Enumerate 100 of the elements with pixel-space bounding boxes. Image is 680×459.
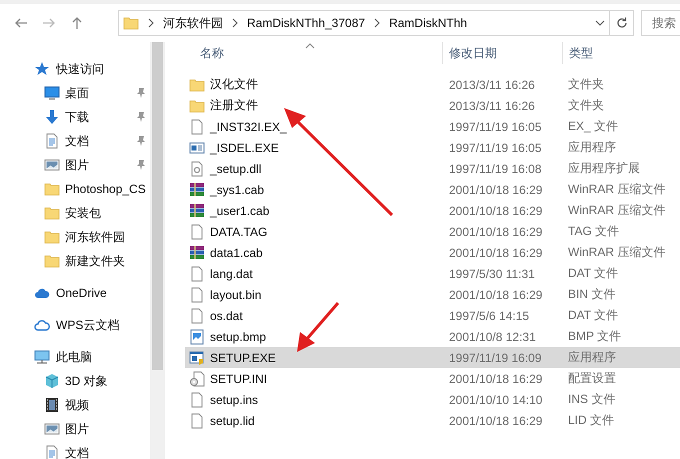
file-name[interactable]: setup.bmp <box>210 330 266 344</box>
breadcrumb-item[interactable]: 河东软件园 <box>163 14 223 32</box>
file-name[interactable]: _INST32I.EX_ <box>210 120 287 134</box>
file-name[interactable]: layout.bin <box>210 288 262 302</box>
file-name[interactable]: setup.lid <box>210 414 255 428</box>
sidebar-item[interactable]: 快速访问 <box>0 57 150 81</box>
sidebar-item[interactable]: 图片 <box>0 417 150 441</box>
file-row[interactable]: 注册文件 2013/3/11 16:26 文件夹 <box>185 95 680 116</box>
file-name[interactable]: _setup.dll <box>210 162 262 176</box>
setup-window-icon <box>189 350 205 366</box>
column-header[interactable]: 修改日期 <box>443 42 563 64</box>
column-header[interactable]: 类型 <box>563 42 680 64</box>
file-name[interactable]: DATA.TAG <box>210 224 268 238</box>
file-row[interactable]: setup.ins 2001/10/10 14:10 INS 文件 <box>185 389 680 410</box>
file-row[interactable]: lang.dat 1997/5/30 11:31 DAT 文件 <box>185 263 680 284</box>
type-cell: BIN 文件 <box>568 286 616 303</box>
date-cell: 1997/11/19 16:05 <box>449 120 542 134</box>
type-cell: 配置设置 <box>568 370 616 387</box>
date-cell: 2001/10/18 16:29 <box>449 204 542 218</box>
up-icon <box>70 16 84 30</box>
cloud-icon <box>34 317 50 333</box>
sidebar-item[interactable]: 桌面 <box>0 81 150 105</box>
date-cell: 2001/10/18 16:29 <box>449 288 542 302</box>
file-row[interactable]: _ISDEL.EXE 1997/11/19 16:05 应用程序 <box>185 137 680 158</box>
type-cell: LID 文件 <box>568 412 614 429</box>
file-row[interactable]: _INST32I.EX_ 1997/11/19 16:05 EX_ 文件 <box>185 116 680 137</box>
file-name[interactable]: _sys1.cab <box>210 182 264 196</box>
cube-icon <box>44 373 60 389</box>
sidebar-item[interactable]: 文档 <box>0 129 150 153</box>
sidebar-item[interactable]: 安装包 <box>0 201 150 225</box>
scrollbar-thumb[interactable] <box>152 42 163 370</box>
back-icon <box>14 16 28 30</box>
chevron-right-icon <box>147 18 155 28</box>
scrollbar[interactable] <box>150 42 165 459</box>
sidebar-item[interactable]: 河东软件园 <box>0 225 150 249</box>
breadcrumb-item[interactable]: RamDiskNThh_37087 <box>247 16 366 30</box>
type-cell: DAT 文件 <box>568 307 618 324</box>
file-row[interactable]: DATA.TAG 2001/10/18 16:29 TAG 文件 <box>185 221 680 242</box>
chevron-right-icon <box>373 18 382 28</box>
refresh-icon <box>616 17 628 29</box>
window-icon <box>189 140 205 156</box>
sidebar-item[interactable]: 3D 对象 <box>0 369 150 393</box>
sidebar-item[interactable]: 新建文件夹 <box>0 249 150 273</box>
date-cell: 1997/11/19 16:05 <box>449 140 542 154</box>
sidebar-item[interactable]: 下载 <box>0 105 150 129</box>
file-row[interactable]: data1.cab 2001/10/18 16:29 WinRAR 压缩文件 <box>185 242 680 263</box>
file-row[interactable]: SETUP.INI 2001/10/18 16:29 配置设置 <box>185 368 680 389</box>
forward-icon <box>42 16 56 30</box>
file-row[interactable]: 汉化文件 2013/3/11 16:26 文件夹 <box>185 74 680 95</box>
file-name[interactable]: lang.dat <box>210 266 253 280</box>
file-icon <box>189 286 205 302</box>
file-row[interactable]: os.dat 1997/5/6 14:15 DAT 文件 <box>185 305 680 326</box>
file-name[interactable]: setup.ins <box>210 392 258 406</box>
sidebar-item[interactable]: WPS云文档 <box>0 313 150 337</box>
books-stack-icon <box>189 244 205 260</box>
file-name[interactable]: os.dat <box>210 308 243 322</box>
file-row[interactable]: _setup.dll 1997/11/19 16:08 应用程序扩展 <box>185 158 680 179</box>
file-name[interactable]: 汉化文件 <box>210 76 258 93</box>
file-row[interactable]: SETUP.EXE 1997/11/19 16:09 应用程序 <box>185 347 680 368</box>
date-cell: 2001/10/18 16:29 <box>449 372 542 386</box>
file-row[interactable]: setup.bmp 2001/10/8 12:31 BMP 文件 <box>185 326 680 347</box>
file-row[interactable]: _user1.cab 2001/10/18 16:29 WinRAR 压缩文件 <box>185 200 680 221</box>
dropdown-icon <box>595 19 605 27</box>
sidebar-item[interactable]: 此电脑 <box>0 345 150 369</box>
computer-icon <box>34 349 50 365</box>
file-icon <box>189 412 205 428</box>
sidebar-item[interactable]: 图片 <box>0 153 150 177</box>
date-cell: 2001/10/18 16:29 <box>449 414 542 428</box>
breadcrumb-item[interactable]: RamDiskNThh <box>389 16 468 30</box>
file-row[interactable]: setup.lid 2001/10/18 16:29 LID 文件 <box>185 410 680 431</box>
date-cell: 2001/10/18 16:29 <box>449 224 542 238</box>
date-cell: 2001/10/10 14:10 <box>449 392 542 406</box>
down-arrow-icon <box>44 109 60 125</box>
sidebar-item[interactable]: OneDrive <box>0 281 150 305</box>
date-cell: 2013/3/11 16:26 <box>449 78 535 92</box>
sidebar-item[interactable]: Photoshop_CS <box>0 177 150 201</box>
file-name[interactable]: _ISDEL.EXE <box>210 140 279 154</box>
search-field[interactable]: 搜索 <box>641 10 680 36</box>
type-cell: 应用程序 <box>568 139 616 156</box>
file-name[interactable]: 注册文件 <box>210 97 258 114</box>
file-icon <box>189 224 205 240</box>
file-name[interactable]: SETUP.INI <box>210 372 268 386</box>
file-name[interactable]: _user1.cab <box>210 204 270 218</box>
address-bar[interactable]: 河东软件园 RamDiskNThh_37087 RamDiskNThh <box>118 10 610 36</box>
monitor-icon <box>44 85 60 101</box>
sidebar-item[interactable]: 文档 <box>0 441 150 459</box>
date-cell: 1997/11/19 16:09 <box>449 350 542 364</box>
file-icon <box>189 118 205 134</box>
chevron-right-icon <box>231 18 239 28</box>
picture-icon <box>44 157 60 173</box>
document-icon <box>44 133 60 149</box>
sidebar-item[interactable]: 视频 <box>0 393 150 417</box>
file-name[interactable]: data1.cab <box>210 246 263 260</box>
file-row[interactable]: _sys1.cab 2001/10/18 16:29 WinRAR 压缩文件 <box>185 179 680 200</box>
column-header[interactable]: 名称 <box>185 42 443 64</box>
refresh-button[interactable] <box>610 10 634 36</box>
file-row[interactable]: layout.bin 2001/10/18 16:29 BIN 文件 <box>185 284 680 305</box>
file-icon <box>189 392 205 408</box>
file-name[interactable]: SETUP.EXE <box>210 350 276 364</box>
date-cell: 1997/5/6 14:15 <box>449 308 530 322</box>
